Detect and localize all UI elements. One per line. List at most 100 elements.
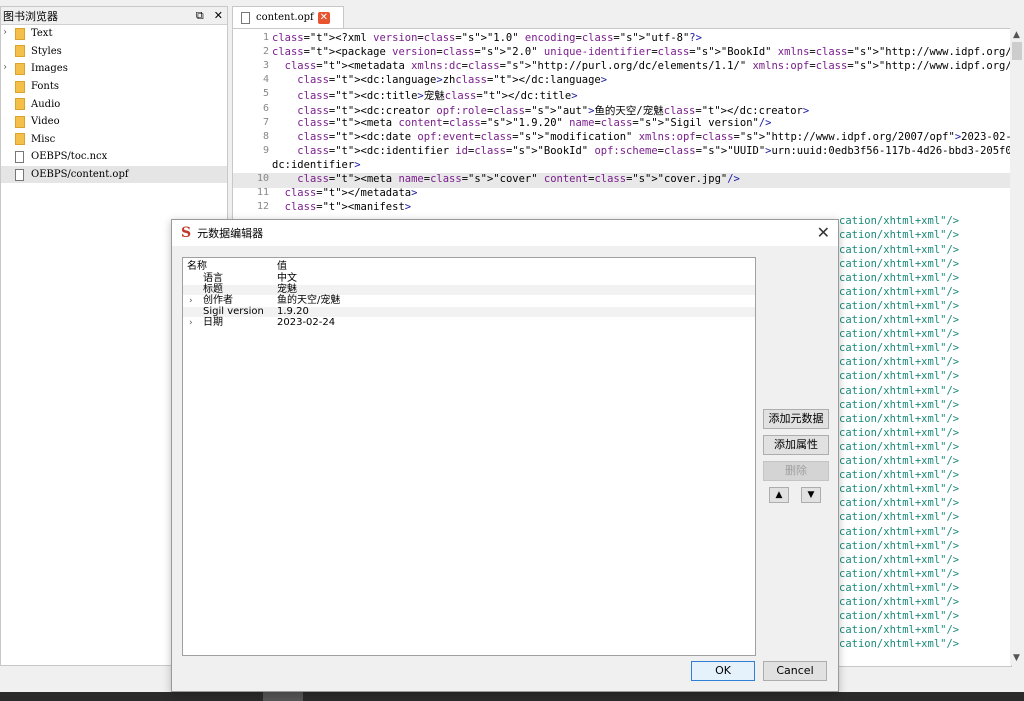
chevron-right-icon[interactable]: › [3,27,7,38]
manifest-line-tail[interactable]: cation/xhtml+xml"/> [839,511,959,523]
manifest-line-tail[interactable]: cation/xhtml+xml"/> [839,483,959,495]
manifest-line-tail[interactable]: cation/xhtml+xml"/> [839,469,959,481]
metadata-row[interactable]: 语言 中文 [183,274,755,284]
column-name-header[interactable]: 名称 [187,262,207,272]
ok-button[interactable]: OK [691,661,755,681]
code-line[interactable]: class="t"><meta content=class="s">"1.9.2… [272,117,771,129]
tree-item-label: Video [31,116,60,128]
dialog-title-bar: S 元数据编辑器 ✕ [172,220,838,246]
code-line[interactable]: class="t"><dc:creator opf:role=class="s"… [272,103,809,118]
chevron-right-icon[interactable]: › [3,62,7,73]
dialog-close-icon[interactable]: ✕ [817,223,830,242]
manifest-line-tail[interactable]: cation/xhtml+xml"/> [839,427,959,439]
delete-button[interactable]: 删除 [763,461,829,481]
manifest-line-tail[interactable]: cation/xhtml+xml"/> [839,624,959,636]
line-number: 11 [256,187,269,199]
folder-icon [15,80,25,93]
metadata-value: 2023-02-24 [277,317,336,328]
manifest-line-tail[interactable]: cation/xhtml+xml"/> [839,258,959,270]
tree-item-text[interactable]: › Text [1,25,227,43]
tree-item-styles[interactable]: Styles [1,43,227,61]
folder-icon [15,45,25,58]
manifest-line-tail[interactable]: cation/xhtml+xml"/> [839,399,959,411]
metadata-row[interactable]: › 日期 2023-02-24 [183,317,755,329]
tree-item-label: OEBPS/toc.ncx [31,151,108,163]
code-line[interactable]: class="t"><?xml version=class="s">"1.0" … [272,32,702,44]
code-line[interactable]: class="t"><package version=class="s">"2.… [272,46,1011,58]
manifest-line-tail[interactable]: cation/xhtml+xml"/> [839,314,959,326]
folder-icon [15,115,25,128]
metadata-name: Sigil version [203,306,264,317]
manifest-line-tail[interactable]: cation/xhtml+xml"/> [839,244,959,256]
scroll-up-icon[interactable]: ▲ [1013,30,1020,40]
metadata-name: 日期 [203,317,223,328]
code-line[interactable]: class="t"><dc:title>宠魅class="t"></dc:tit… [272,88,577,103]
manifest-line-tail[interactable]: cation/xhtml+xml"/> [839,441,959,453]
tree-item-fonts[interactable]: Fonts [1,78,227,96]
move-up-icon[interactable]: ▲ [769,487,789,503]
manifest-line-tail[interactable]: cation/xhtml+xml"/> [839,540,959,552]
scroll-thumb[interactable] [1012,42,1022,60]
file-icon [241,11,250,24]
tree-item-misc[interactable]: Misc [1,131,227,149]
cancel-button[interactable]: Cancel [763,661,827,681]
code-line[interactable]: class="t"><manifest> [272,201,411,213]
manifest-line-tail[interactable]: cation/xhtml+xml"/> [839,554,959,566]
manifest-line-tail[interactable]: cation/xhtml+xml"/> [839,638,959,650]
tab-label: content.opf [256,12,314,23]
manifest-line-tail[interactable]: cation/xhtml+xml"/> [839,413,959,425]
close-panel-icon[interactable]: ✕ [214,9,223,23]
code-line[interactable]: class="t"><dc:language>zhclass="t"></dc:… [272,74,607,86]
manifest-line-tail[interactable]: cation/xhtml+xml"/> [839,497,959,509]
manifest-line-tail[interactable]: cation/xhtml+xml"/> [839,385,959,397]
manifest-line-tail[interactable]: cation/xhtml+xml"/> [839,356,959,368]
move-down-icon[interactable]: ▼ [801,487,821,503]
tree-item-label: Misc [31,133,56,145]
manifest-line-tail[interactable]: cation/xhtml+xml"/> [839,610,959,622]
editor-scrollbar[interactable]: ▲ ▼ [1010,28,1024,665]
metadata-row[interactable]: Sigil version 1.9.20 [183,307,755,317]
manifest-line-tail[interactable]: cation/xhtml+xml"/> [839,526,959,538]
tree-item-video[interactable]: Video [1,113,227,131]
manifest-line-tail[interactable]: cation/xhtml+xml"/> [839,455,959,467]
code-line[interactable]: class="t"><dc:identifier id=class="s">"B… [272,145,1011,157]
chevron-right-icon[interactable]: › [189,318,193,328]
column-value-header[interactable]: 值 [277,262,287,272]
float-panel-icon[interactable]: ⧉ [196,9,204,23]
manifest-line-tail[interactable]: cation/xhtml+xml"/> [839,229,959,241]
manifest-line-tail[interactable]: cation/xhtml+xml"/> [839,342,959,354]
code-line[interactable]: dc:identifier> [272,159,361,171]
manifest-line-tail[interactable]: cation/xhtml+xml"/> [839,582,959,594]
add-metadata-button[interactable]: 添加元数据 [763,409,829,429]
metadata-tree[interactable]: 名称 值 语言 中文 标题 宠魅 › 创作者 鱼的天空/宠魅 Sigil version 1.9… [182,257,756,656]
tree-item-oebps-content-opf[interactable]: OEBPS/content.opf [1,165,227,184]
tab-close-icon[interactable]: ✕ [317,11,330,24]
add-property-button[interactable]: 添加属性 [763,435,829,455]
chevron-right-icon[interactable]: › [189,296,193,306]
manifest-line-tail[interactable]: cation/xhtml+xml"/> [839,215,959,227]
manifest-line-tail[interactable]: cation/xhtml+xml"/> [839,568,959,580]
folder-icon [15,98,25,111]
tab-content-opf[interactable]: content.opf ✕ [232,6,344,28]
code-line[interactable]: class="t"><metadata xmlns:dc=class="s">"… [272,60,1011,72]
manifest-line-tail[interactable]: cation/xhtml+xml"/> [839,300,959,312]
scroll-down-icon[interactable]: ▼ [1013,653,1020,663]
folder-icon [15,27,25,40]
line-number: 6 [262,102,269,114]
manifest-line-tail[interactable]: cation/xhtml+xml"/> [839,286,959,298]
manifest-line-tail[interactable]: cation/xhtml+xml"/> [839,370,959,382]
code-line[interactable]: class="t"></metadata> [272,187,418,199]
tree-item-oebps-toc-ncx[interactable]: OEBPS/toc.ncx [1,148,227,166]
line-number: 5 [262,88,269,100]
line-number: 4 [262,74,269,86]
manifest-line-tail[interactable]: cation/xhtml+xml"/> [839,596,959,608]
tree-item-images[interactable]: › Images [1,60,227,78]
metadata-row[interactable]: 标题 宠魅 [183,285,755,295]
tree-item-audio[interactable]: Audio [1,95,227,113]
manifest-line-tail[interactable]: cation/xhtml+xml"/> [839,328,959,340]
manifest-line-tail[interactable]: cation/xhtml+xml"/> [839,272,959,284]
code-line[interactable]: class="t"><meta name=class="s">"cover" c… [272,173,740,185]
code-line[interactable]: class="t"><dc:date opf:event=class="s">"… [272,131,1011,143]
tree-item-label: Audio [31,98,61,110]
metadata-row[interactable]: › 创作者 鱼的天空/宠魅 [183,296,755,307]
